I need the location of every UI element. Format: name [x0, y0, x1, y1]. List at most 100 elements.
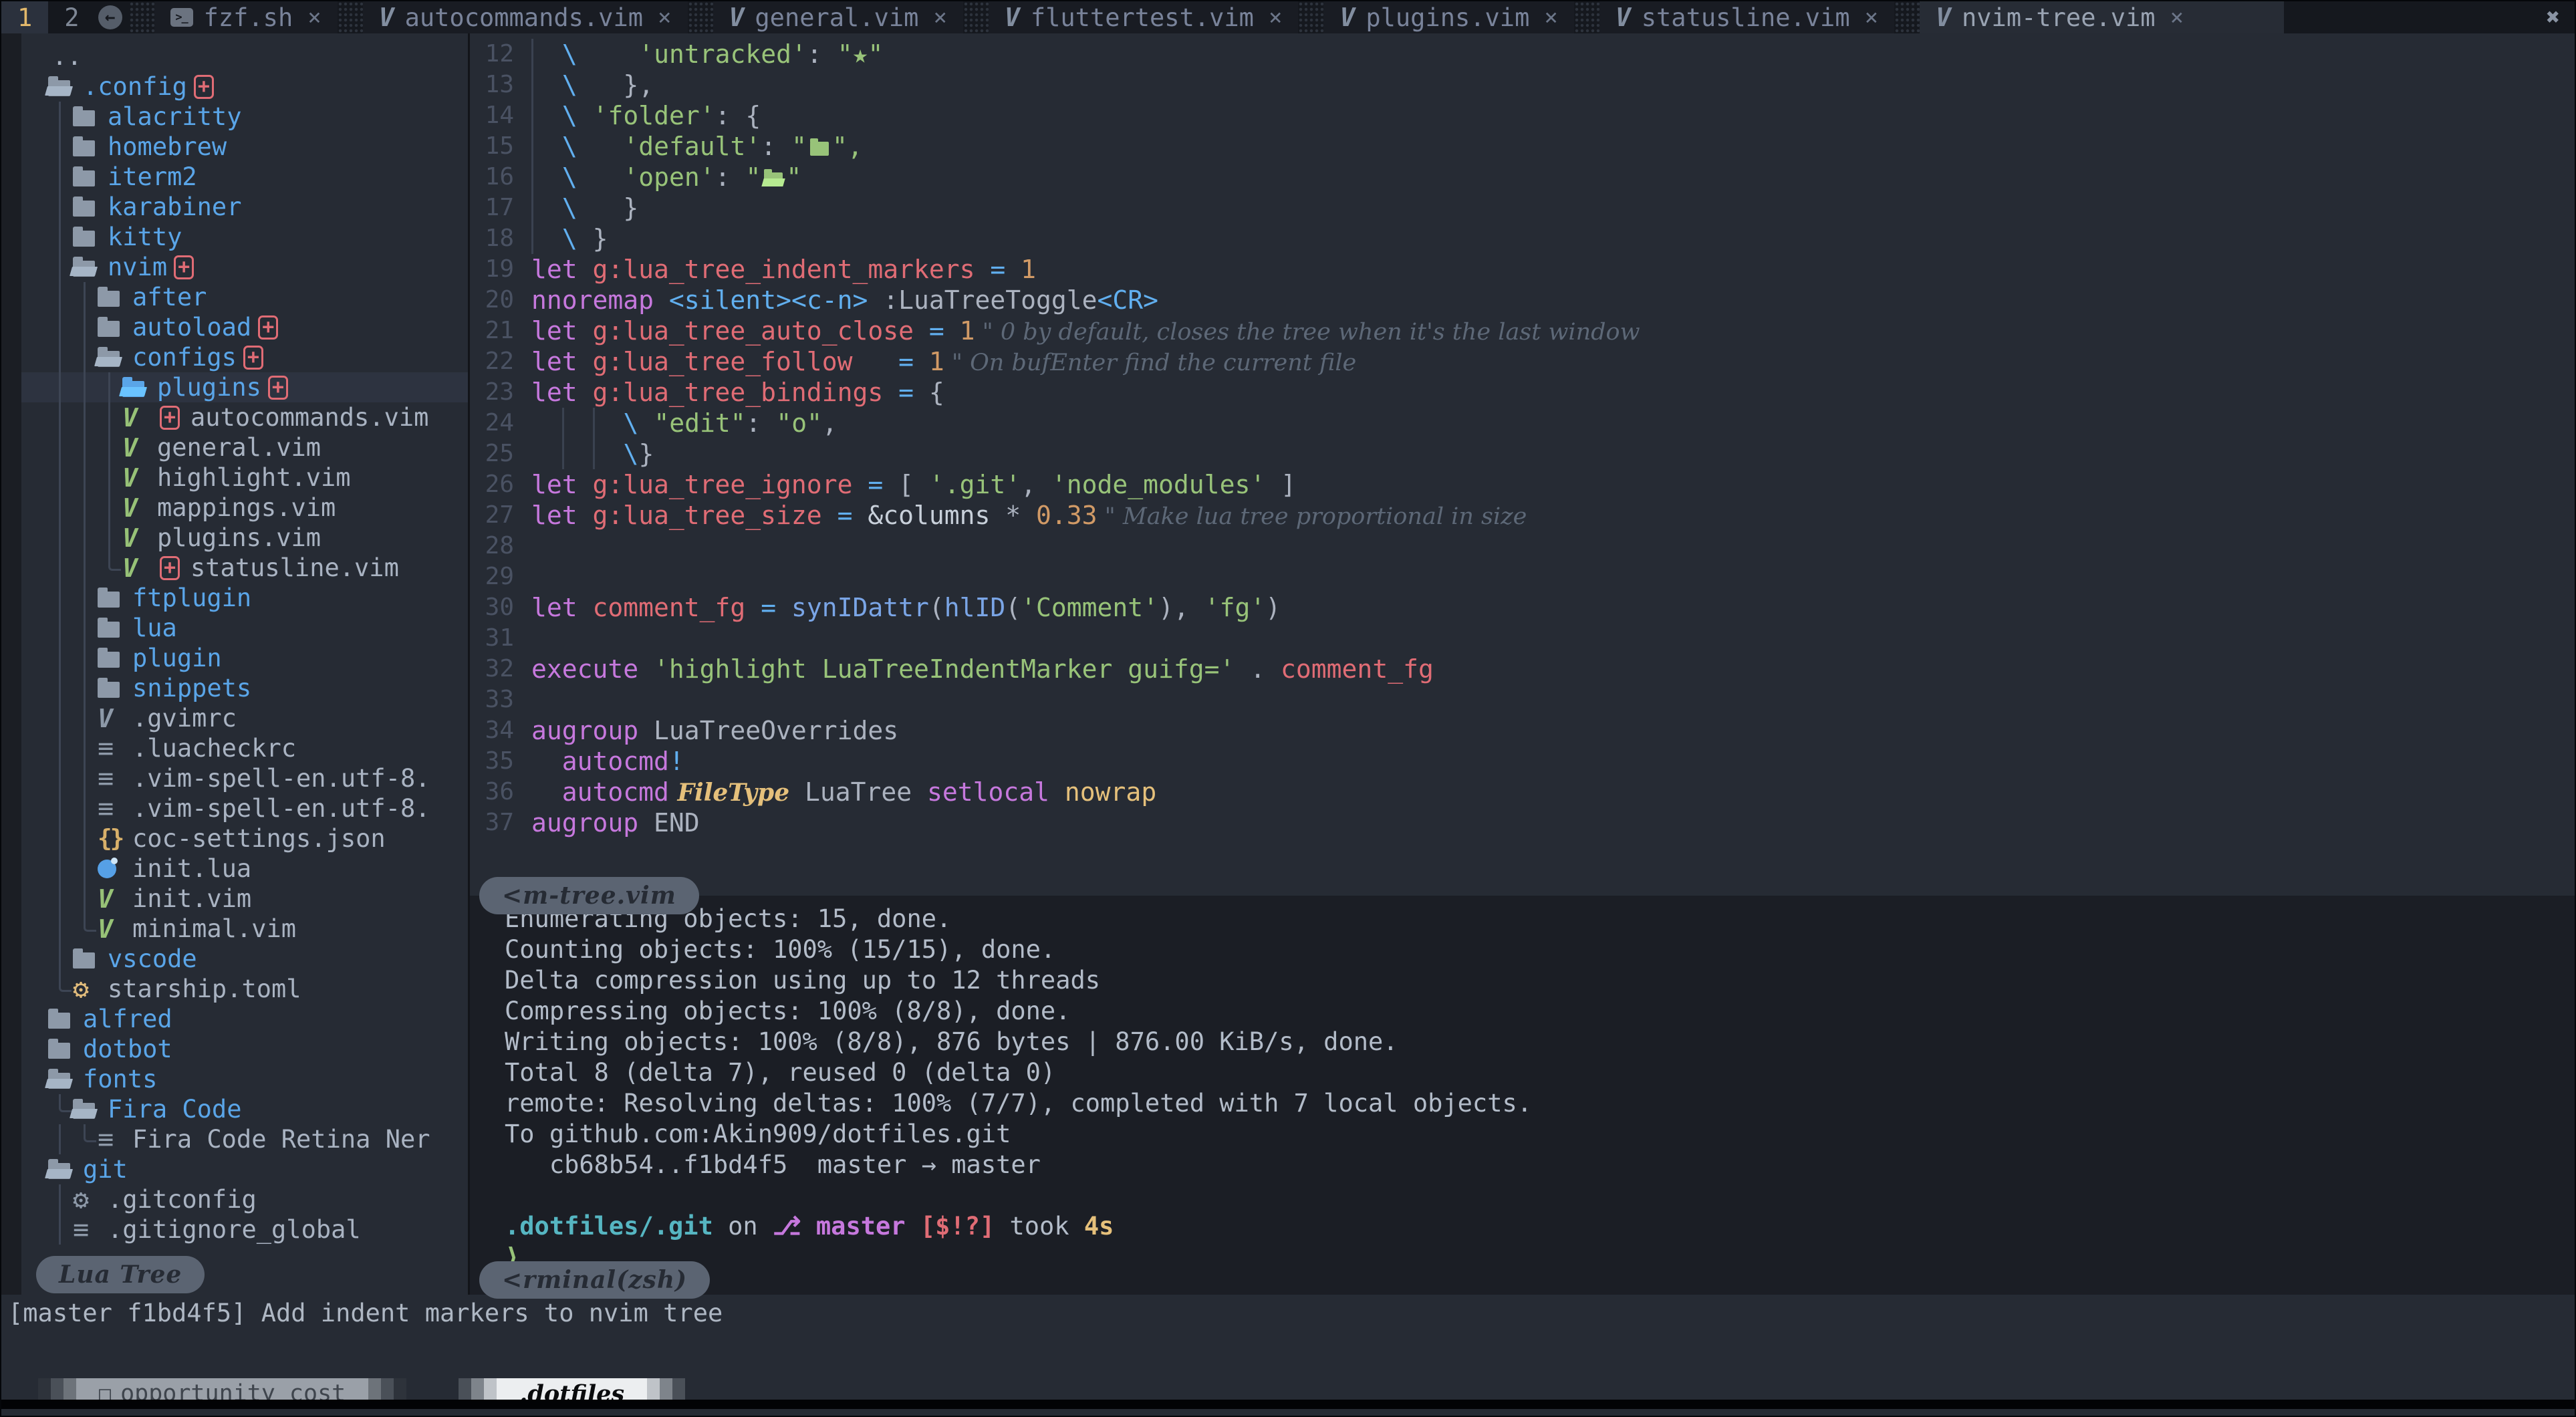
tree-item-.gitconfig[interactable]: ⚙.gitconfig	[21, 1184, 468, 1214]
tab-label: statusline.vim	[1642, 3, 1850, 32]
tree-item-plugins.vim[interactable]: Vplugins.vim	[21, 523, 468, 553]
prompt-path: .dotfiles/.git	[505, 1212, 713, 1241]
tree-item-highlight.vim[interactable]: Vhighlight.vim	[21, 463, 468, 493]
tab-fzf.sh[interactable]: >_fzf.sh×	[154, 1, 338, 33]
text-file-icon: ≡	[98, 763, 128, 793]
indent-guide	[48, 523, 73, 553]
tree-item-.vim-spell-en.utf-8.[interactable]: ≡.vim-spell-en.utf-8.	[21, 793, 468, 823]
tree-item-plugin[interactable]: plugin	[21, 643, 468, 673]
tree-item-kitty[interactable]: kitty	[21, 222, 468, 252]
folder-open-icon	[48, 1154, 79, 1184]
code-indent-guide	[531, 70, 547, 100]
code-content: \ "edit": "o",	[531, 408, 838, 438]
tab-close-icon[interactable]: ×	[2170, 4, 2184, 31]
tab-close-icon[interactable]: ×	[933, 4, 946, 31]
tab-close-icon[interactable]: ×	[307, 4, 321, 31]
indent-guide	[48, 823, 73, 854]
tree-item-alfred[interactable]: alfred	[21, 1004, 468, 1034]
tree-item-alacritty[interactable]: alacritty	[21, 102, 468, 132]
code-line-13: 13 \ },	[470, 70, 2575, 100]
terminal-pane[interactable]: Enumerating objects: 15, done.Counting o…	[470, 896, 2575, 1295]
tree-item-autocommands.vim[interactable]: V+autocommands.vim	[21, 402, 468, 432]
tree-item-ftplugin[interactable]: ftplugin	[21, 583, 468, 613]
indent-guide	[48, 1124, 73, 1154]
code-content: let g:lua_tree_size = &columns * 0.33 " …	[531, 500, 1527, 531]
line-number: 30	[470, 592, 531, 623]
tree-item-configs[interactable]: configs+	[21, 342, 468, 372]
tree-item-Fira-Code-Retina-Ner[interactable]: ≡Fira Code Retina Ner	[21, 1124, 468, 1154]
tree-item-.gitignore-global[interactable]: ≡.gitignore_global	[21, 1214, 468, 1245]
tab-close-icon[interactable]: ×	[1865, 4, 1878, 31]
code-line-37: 37augroup END	[470, 807, 2575, 838]
tree-item-snippets[interactable]: snippets	[21, 673, 468, 703]
code-line-32: 32execute 'highlight LuaTreeIndentMarker…	[470, 654, 2575, 684]
tree-item-label: vscode	[108, 944, 197, 973]
tree-item-.vim-spell-en.utf-8.[interactable]: ≡.vim-spell-en.utf-8.	[21, 763, 468, 793]
tree-item-iterm2[interactable]: iterm2	[21, 162, 468, 192]
tree-item-fonts[interactable]: fonts	[21, 1064, 468, 1094]
tree-item-..[interactable]: ..	[21, 41, 468, 72]
tab-fluttertest.vim[interactable]: Vfluttertest.vim×	[989, 1, 1299, 33]
tab-plugins.vim[interactable]: Vplugins.vim×	[1323, 1, 1573, 33]
editor-pane[interactable]: 12 \ 'untracked': "★"13 \ },14 \ 'folder…	[470, 33, 2575, 896]
tree-item-mappings.vim[interactable]: Vmappings.vim	[21, 493, 468, 523]
tree-item-init.lua[interactable]: init.lua	[21, 854, 468, 884]
tree-item-.luacheckrc[interactable]: ≡.luacheckrc	[21, 733, 468, 763]
indent-guide	[48, 733, 73, 763]
tree-item-after[interactable]: after	[21, 282, 468, 312]
indent-corner	[98, 553, 122, 583]
tab-close-icon[interactable]: ×	[1544, 4, 1557, 31]
tree-item-statusline.vim[interactable]: V+statusline.vim	[21, 553, 468, 583]
vim-file-icon: V	[122, 402, 153, 432]
terminal-line: To github.com:Akin909/dotfiles.git	[505, 1119, 2575, 1150]
tab-nvim-tree.vim[interactable]: Vnvim-tree.vim×	[1920, 1, 2284, 33]
indent-guide	[73, 553, 98, 583]
tree-item-lua[interactable]: lua	[21, 613, 468, 643]
code-indent-guide	[593, 438, 608, 469]
indent-corner	[73, 1124, 98, 1154]
terminal-line: cb68b54..f1bd4f5 master → master	[505, 1150, 2575, 1180]
tree-item-autoload[interactable]: autoload+	[21, 312, 468, 342]
indent-guide	[48, 793, 73, 823]
tree-item-coc-settings.json[interactable]: {}coc-settings.json	[21, 823, 468, 854]
folder-open-icon	[48, 72, 79, 102]
indent-guide	[48, 944, 73, 974]
tab-autocommands.vim[interactable]: Vautocommands.vim×	[363, 1, 688, 33]
tree-item-starship.toml[interactable]: ⚙starship.toml	[21, 974, 468, 1004]
tree-item-homebrew[interactable]: homebrew	[21, 132, 468, 162]
tab-statusline.vim[interactable]: Vstatusline.vim×	[1599, 1, 1894, 33]
tree-item-git[interactable]: git	[21, 1154, 468, 1184]
git-new-badge: +	[194, 75, 214, 99]
tab-number-1[interactable]: 1	[1, 1, 48, 33]
tab-general.vim[interactable]: Vgeneral.vim×	[713, 1, 963, 33]
tab-label: plugins.vim	[1366, 3, 1529, 32]
tree-item-init.vim[interactable]: Vinit.vim	[21, 884, 468, 914]
code-line-31: 31	[470, 623, 2575, 654]
line-number: 19	[470, 254, 531, 285]
line-number: 34	[470, 715, 531, 746]
code-content: let g:lua_tree_indent_markers = 1	[531, 254, 1036, 285]
terminal-icon: >_	[170, 8, 193, 27]
line-number: 20	[470, 285, 531, 315]
tree-item-karabiner[interactable]: karabiner	[21, 192, 468, 222]
history-back-button[interactable]: ←	[98, 1, 122, 33]
tree-item-dotbot[interactable]: dotbot	[21, 1034, 468, 1064]
tabline-close-button[interactable]: ✖	[2532, 1, 2575, 33]
tree-item-label: statusline.vim	[190, 553, 399, 582]
tab-number-2[interactable]: 2	[48, 1, 95, 33]
tab-close-icon[interactable]: ×	[658, 4, 671, 31]
tree-item-minimal.vim[interactable]: Vminimal.vim	[21, 914, 468, 944]
indent-guide	[48, 583, 73, 613]
tree-item-vscode[interactable]: vscode	[21, 944, 468, 974]
tree-item-general.vim[interactable]: Vgeneral.vim	[21, 432, 468, 463]
tree-item-plugins[interactable]: plugins+	[21, 372, 468, 402]
tree-item-Fira-Code[interactable]: Fira Code	[21, 1094, 468, 1124]
tree-item-.config[interactable]: .config+	[21, 72, 468, 102]
code-content: let g:lua_tree_ignore = [ '.git', 'node_…	[531, 469, 1296, 500]
indent-guide	[73, 823, 98, 854]
tab-close-icon[interactable]: ×	[1269, 4, 1282, 31]
tree-item-.gvimrc[interactable]: V.gvimrc	[21, 703, 468, 733]
line-number: 27	[470, 500, 531, 531]
tree-item-nvim[interactable]: nvim+	[21, 252, 468, 282]
code-line-21: 21let g:lua_tree_auto_close = 1 " 0 by d…	[470, 315, 2575, 346]
